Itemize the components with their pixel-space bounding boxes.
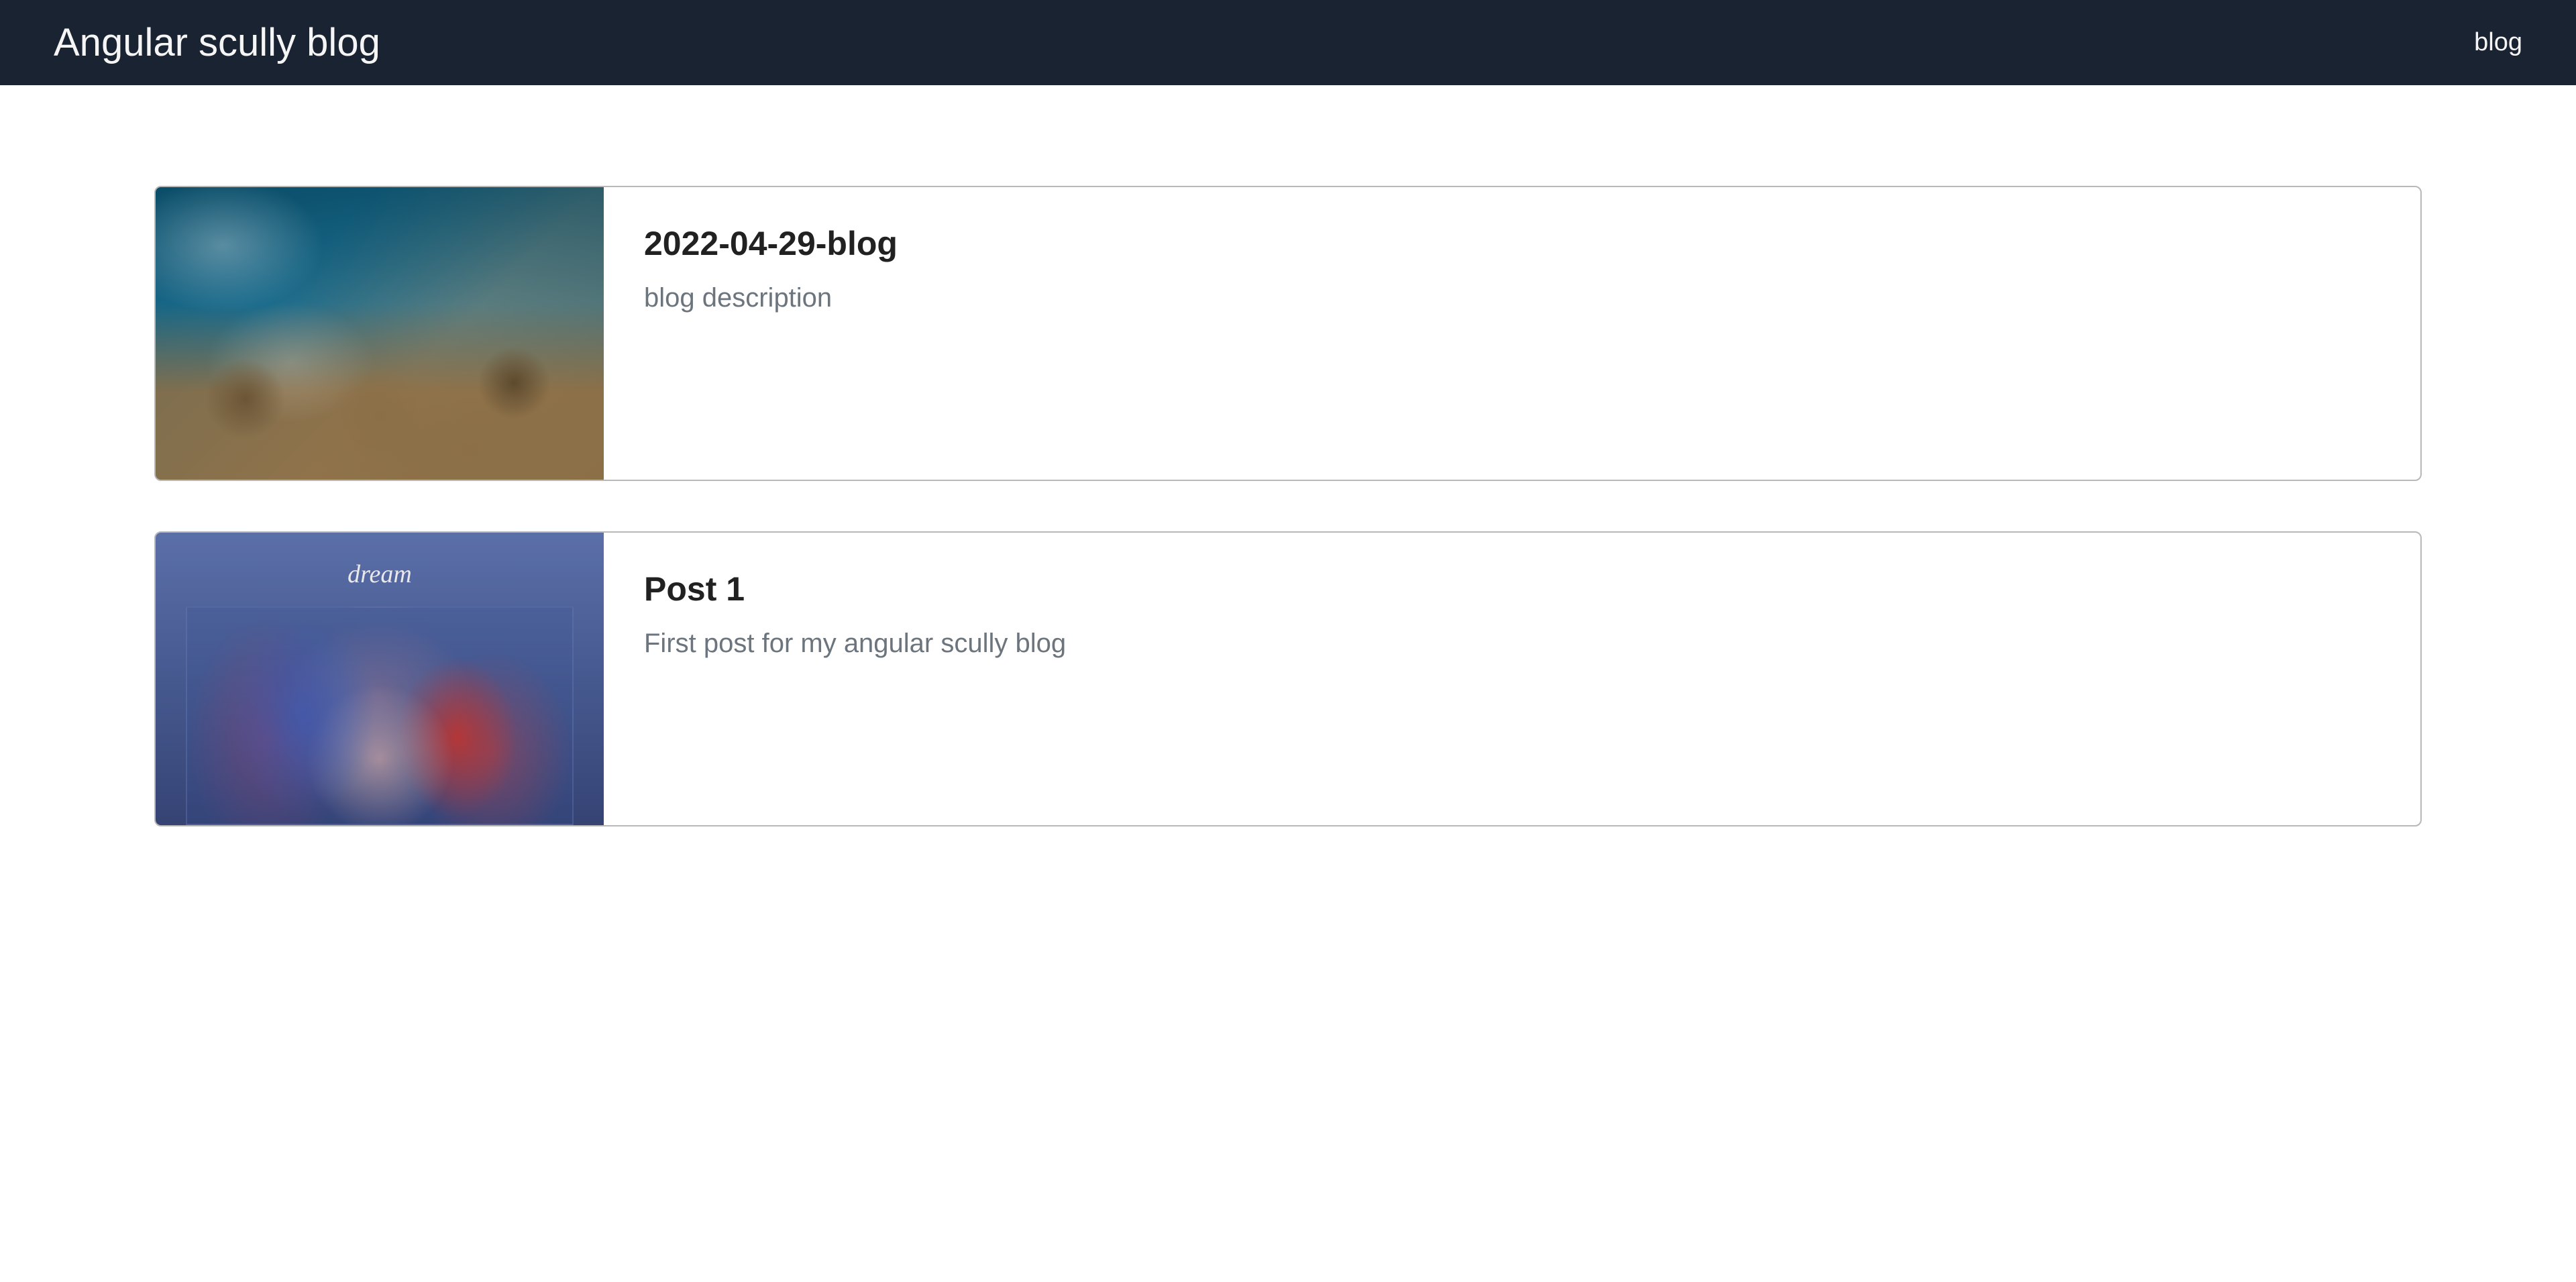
post-card[interactable]: dream Post 1 First post for my angular s… [154,531,2422,826]
navbar-blog-link[interactable]: blog [2474,28,2522,57]
post-title: 2022-04-29-blog [644,224,2380,263]
post-card-body: Post 1 First post for my angular scully … [604,533,2420,825]
post-title: Post 1 [644,570,2380,608]
post-card-body: 2022-04-29-blog blog description [604,187,2420,480]
navbar-brand[interactable]: Angular scully blog [54,20,380,65]
post-thumbnail: dream [156,533,604,825]
post-card[interactable]: 2022-04-29-blog blog description [154,186,2422,481]
navbar: Angular scully blog blog [0,0,2576,85]
thumbnail-label: dream [156,559,604,589]
post-description: blog description [644,283,2380,313]
post-description: First post for my angular scully blog [644,629,2380,659]
post-thumbnail [156,187,604,480]
post-list-container: 2022-04-29-blog blog description dream P… [54,85,2522,826]
